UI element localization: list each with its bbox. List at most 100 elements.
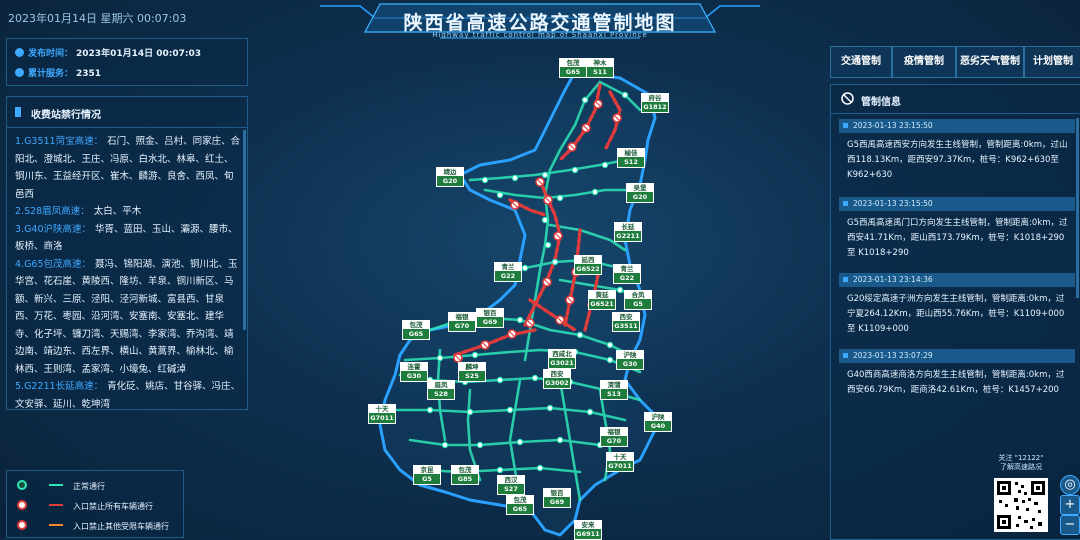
tab-weather-control[interactable]: 恶劣天气管制 xyxy=(956,46,1024,78)
publish-time-row: 发布时间： 2023年01月14日 00:07:03 xyxy=(15,46,201,59)
highway-sign-code: G3002 xyxy=(544,378,570,388)
highway-sign-name: 包茂 xyxy=(409,321,423,329)
control-card-time: 2023-01-13 23:15:50 xyxy=(839,119,1075,133)
highway-sign-name: 福银 xyxy=(455,313,469,321)
highway-sign[interactable]: 青兰 G22 xyxy=(613,264,641,284)
highway-sign[interactable]: 福银 G70 xyxy=(448,312,476,332)
highway-sign[interactable]: 吴堡 G20 xyxy=(626,183,654,203)
highway-sign-code: G7011 xyxy=(369,413,395,423)
highway-sign[interactable]: 银百 G69 xyxy=(543,488,571,508)
highway-sign[interactable]: 西安 G3002 xyxy=(543,369,571,389)
highway-sign-code: G6521 xyxy=(589,299,615,309)
highway-sign[interactable]: 合凤 G5 xyxy=(624,290,652,310)
highway-sign-name: 沪陕 xyxy=(623,351,637,359)
toll-station-panel: 收费站禁行情况 1.G3511菏宝高速： 石门、照金、吕村、同家庄、合阳北、澄城北… xyxy=(6,96,248,410)
highway-sign[interactable]: 西汉 S27 xyxy=(497,475,525,495)
highway-sign[interactable]: 京昆 G5 xyxy=(413,465,441,485)
toll-item-road: 2.S28眉凤高速： xyxy=(15,206,90,217)
control-card-text: G5西禹高速禹门口方向发生主线管制，管制距离:0km，过西安41.71Km，距山… xyxy=(847,218,1068,258)
highway-sign-code: G65 xyxy=(403,329,429,339)
tab-planned-control[interactable]: 计划管制 xyxy=(1024,46,1080,78)
control-card[interactable]: 2023-01-13 23:15:50 G5西禹高速禹门口方向发生主线管制，管制… xyxy=(839,197,1075,265)
no-entry-icon xyxy=(17,500,27,510)
highway-sign-code: G69 xyxy=(544,497,570,507)
toll-station-list[interactable]: 1.G3511菏宝高速： 石门、照金、吕村、同家庄、合阳北、澄城北、王庄、冯原、白… xyxy=(15,133,241,413)
highway-sign-name: 榆佳 xyxy=(624,149,638,157)
service-count-row: 累计服务： 2351 xyxy=(15,66,101,79)
highway-sign[interactable]: 榆佳 S12 xyxy=(617,148,645,168)
toll-item-stations: 太白、平木 xyxy=(93,206,142,217)
toll-list-scrollbar[interactable] xyxy=(243,130,246,330)
highway-sign[interactable]: 青兰 G22 xyxy=(494,262,522,282)
highway-sign[interactable]: 长延 G2211 xyxy=(614,222,642,242)
tab-traffic-control[interactable]: 交通管制 xyxy=(830,46,892,78)
control-card[interactable]: 2023-01-13 23:15:50 G5西禹高速西安方向发生主线管制，管制距… xyxy=(839,119,1075,187)
highway-sign-name: 西安 xyxy=(550,370,564,378)
highway-sign[interactable]: 西咸北 G3021 xyxy=(548,349,576,369)
highway-sign[interactable]: 银百 G69 xyxy=(476,308,504,328)
highway-sign[interactable]: 包茂 G65 xyxy=(506,495,534,515)
restricted-line-icon xyxy=(49,524,63,526)
highway-sign-name: 吴堡 xyxy=(633,184,647,192)
highway-sign-code: G65 xyxy=(507,504,533,514)
restricted-entry-icon xyxy=(17,520,27,530)
highway-sign-name: 延西 xyxy=(581,256,595,264)
highway-sign-code: G7011 xyxy=(607,461,633,471)
toll-item-road: 4.G65包茂高速： xyxy=(15,258,92,270)
highway-sign[interactable]: 包茂 G65 xyxy=(559,58,587,78)
highway-sign[interactable]: 安来 G6911 xyxy=(574,520,602,540)
control-card[interactable]: 2023-01-13 23:14:36 G20绥定高速子洲方向发生主线管制，管制… xyxy=(839,273,1075,341)
highway-sign[interactable]: 府谷 G1812 xyxy=(641,93,669,113)
qr-code-image xyxy=(994,478,1048,532)
users-icon xyxy=(15,68,24,77)
highway-sign-name: 银百 xyxy=(550,489,564,497)
highway-sign[interactable]: 黄延 G6521 xyxy=(588,290,616,310)
control-card-text: G5西禹高速西安方向发生主线管制，管制距离:0km，过山西118.13Km，距西… xyxy=(847,140,1068,180)
control-card-text: G40西商高速商洛方向发生主线管制，管制距离:0km，过西安66.79Km，距商… xyxy=(847,370,1065,395)
highway-sign[interactable]: 延西 G6522 xyxy=(574,255,602,275)
highway-sign[interactable]: 神木 S11 xyxy=(586,58,614,78)
legend-label: 入口禁止所有车辆通行 xyxy=(73,502,153,511)
toll-item-road: 1.G3511菏宝高速： xyxy=(15,136,104,147)
control-card[interactable]: 2023-01-13 23:07:29 G40西商高速商洛方向发生主线管制，管制… xyxy=(839,349,1075,417)
clock-icon xyxy=(15,48,24,57)
highway-sign[interactable]: 包茂 G65 xyxy=(402,320,430,340)
highway-sign[interactable]: 靖边 G20 xyxy=(436,167,464,187)
highway-sign[interactable]: 沪陕 G40 xyxy=(644,412,672,432)
toll-item: 5.G2211长延高速： 青化砭、姚店、甘谷驿、冯庄、文安驿、延川、乾坤湾 xyxy=(15,378,241,413)
highway-sign-code: G70 xyxy=(601,436,627,446)
highway-sign-code: S25 xyxy=(459,371,485,381)
highway-sign-code: G1812 xyxy=(642,102,668,112)
highway-sign-code: G5 xyxy=(414,474,440,484)
highway-sign-name: 长延 xyxy=(621,223,635,231)
zoom-out-button[interactable]: − xyxy=(1060,515,1080,535)
highway-sign-code: G65 xyxy=(560,67,586,77)
highway-sign[interactable]: 沪陕 G30 xyxy=(616,350,644,370)
highway-sign[interactable]: 十天 G7011 xyxy=(368,404,396,424)
highway-sign[interactable]: 西安 G3511 xyxy=(612,312,640,332)
highway-sign-code: G2211 xyxy=(615,231,641,241)
highway-sign-code: G20 xyxy=(627,192,653,202)
highway-sign[interactable]: 包茂 G85 xyxy=(451,465,479,485)
control-list-scrollbar[interactable] xyxy=(1076,118,1079,298)
highway-sign[interactable]: 十天 G7011 xyxy=(606,452,634,472)
highway-sign[interactable]: 眉凤 S28 xyxy=(427,380,455,400)
toll-item-road: 5.G2211长延高速： xyxy=(15,381,104,392)
control-time-text: 2023-01-13 23:07:29 xyxy=(853,351,933,360)
highway-sign-name: 青兰 xyxy=(620,265,634,273)
current-datetime: 2023年01月14日 星期六 00:07:03 xyxy=(8,12,187,25)
highway-sign[interactable]: 渭蒲 S13 xyxy=(600,380,628,400)
highway-sign[interactable]: 连霍 G30 xyxy=(400,362,428,382)
zoom-in-button[interactable]: + xyxy=(1060,495,1080,515)
locate-icon[interactable]: ◎ xyxy=(1060,475,1080,495)
control-time-text: 2023-01-13 23:15:50 xyxy=(853,121,933,130)
highway-sign-name: 福银 xyxy=(607,428,621,436)
tab-epidemic-control[interactable]: 疫情管制 xyxy=(892,46,956,78)
highway-sign-code: G69 xyxy=(477,317,503,327)
highway-sign-name: 青兰 xyxy=(501,263,515,271)
toll-item: 2.S28眉凤高速： 太白、平木 xyxy=(15,203,241,221)
publish-time-label: 发布时间： xyxy=(28,49,74,59)
highway-sign[interactable]: 麟坤 S25 xyxy=(458,362,486,382)
highway-sign-code: G85 xyxy=(452,474,478,484)
highway-sign[interactable]: 福银 G70 xyxy=(600,427,628,447)
